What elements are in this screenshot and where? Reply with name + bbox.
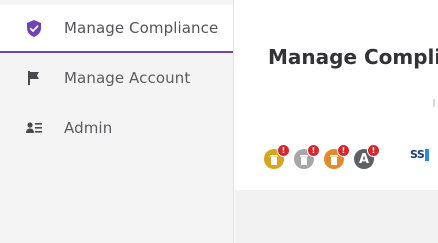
alert-badge: ! [337, 144, 350, 157]
divider-mark [433, 99, 435, 107]
ss-cursor-icon [425, 149, 430, 161]
main-content: Manage Complia ! ! ! A ! SS [235, 0, 438, 243]
sidebar: Manage Compliance Manage Account Admin [0, 0, 234, 243]
alert-badge: ! [307, 144, 320, 157]
content-band [235, 190, 438, 243]
alert-badge: ! [277, 144, 290, 157]
sidebar-item-manage-account[interactable]: Manage Account [0, 54, 233, 102]
sidebar-item-label: Manage Account [64, 69, 191, 87]
flag-icon [26, 70, 42, 86]
gold-trash-badge[interactable]: ! [264, 144, 290, 169]
shield-check-icon [26, 19, 42, 37]
sidebar-item-label: Manage Compliance [64, 19, 219, 37]
orange-trash-badge[interactable]: ! [324, 144, 350, 169]
sidebar-item-admin[interactable]: Admin [0, 104, 233, 152]
gray-trash-badge[interactable]: ! [294, 144, 320, 169]
status-badges: ! ! ! A ! [264, 142, 384, 172]
ss-text: SS [410, 148, 425, 161]
page-title: Manage Complia [268, 45, 438, 69]
ss-logo[interactable]: SS [410, 148, 430, 161]
user-list-icon [26, 120, 42, 136]
sidebar-item-manage-compliance[interactable]: Manage Compliance [0, 5, 233, 53]
sidebar-item-label: Admin [64, 119, 113, 137]
alert-badge: ! [367, 144, 380, 157]
a-letter-badge[interactable]: A ! [354, 144, 380, 169]
